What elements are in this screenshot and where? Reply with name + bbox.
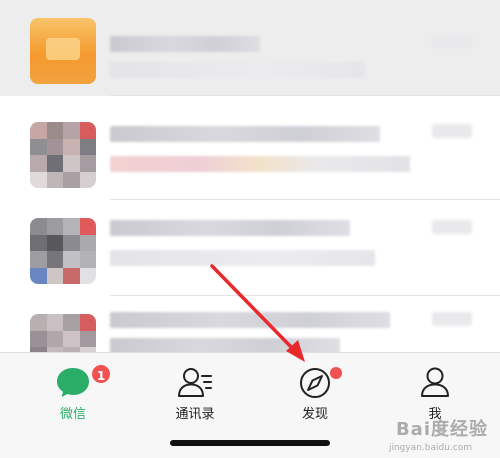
tab-label: 发现 <box>301 407 328 422</box>
person-icon <box>421 367 449 397</box>
blurred-chat-name <box>110 312 390 328</box>
watermark: Bai度经验 <box>395 419 488 440</box>
avatar <box>30 218 96 284</box>
avatar <box>30 18 96 84</box>
avatar <box>30 122 96 188</box>
chat-row[interactable] <box>0 0 500 96</box>
unread-badge: 1 <box>90 363 112 385</box>
tab-contacts[interactable]: 通讯录 <box>140 361 250 427</box>
blurred-chat-preview <box>110 62 365 78</box>
contacts-icon <box>178 368 212 397</box>
blurred-chat-preview <box>110 250 375 266</box>
tab-label: 微信 <box>59 407 86 422</box>
blurred-timestamp <box>432 124 472 138</box>
compass-icon <box>300 368 330 398</box>
blurred-chat-preview <box>110 156 410 172</box>
blurred-timestamp <box>432 220 472 234</box>
tab-discover[interactable]: 发现 <box>260 361 370 427</box>
new-dot-badge <box>330 367 342 379</box>
home-indicator <box>170 440 330 446</box>
chat-list <box>0 0 500 352</box>
tab-chats[interactable]: 1 微信 <box>18 361 128 427</box>
blurred-timestamp <box>432 312 472 326</box>
chat-row[interactable] <box>0 104 500 200</box>
blurred-chat-name <box>110 220 350 236</box>
chat-bubble-icon <box>57 368 89 397</box>
blurred-timestamp <box>432 34 472 48</box>
blurred-chat-name <box>110 36 260 52</box>
chat-row[interactable] <box>0 200 500 296</box>
avatar <box>30 314 96 352</box>
blurred-chat-preview <box>110 338 340 352</box>
tab-label: 通讯录 <box>175 407 215 422</box>
blurred-chat-name <box>110 126 380 142</box>
chat-row[interactable] <box>0 296 500 352</box>
watermark-url: jingyan.baidu.com <box>388 443 472 453</box>
